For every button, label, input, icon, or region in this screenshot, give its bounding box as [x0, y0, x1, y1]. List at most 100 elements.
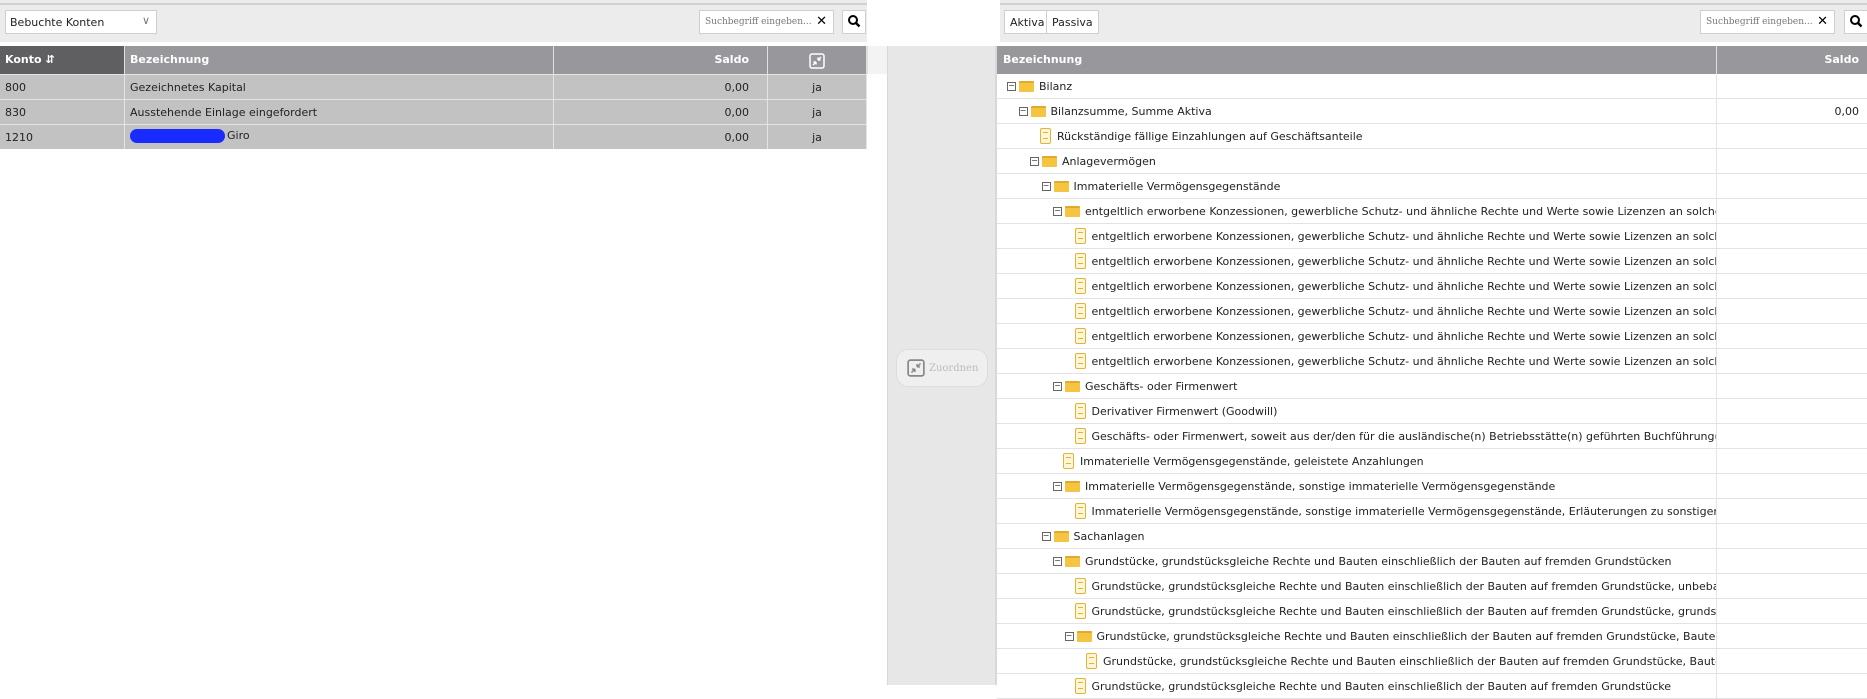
collapse-toggle-icon[interactable]: −	[1041, 531, 1051, 541]
assigned-cell: ja	[768, 75, 867, 99]
tree-label: Sachanlagen	[1073, 529, 1145, 543]
tree-label-cell: − entgeltlich erworbene Konzessionen, gew…	[997, 199, 1717, 223]
collapse-toggle-icon[interactable]: −	[1041, 181, 1051, 191]
document-icon	[1063, 453, 1074, 469]
tree-label: entgeltlich erworbene Konzessionen, gewe…	[1091, 329, 1717, 343]
saldo-cell: 0,00	[554, 75, 768, 99]
tree-row[interactable]: − entgeltlich erworbene Konzessionen, gew…	[997, 199, 1867, 224]
saldo-cell	[1717, 499, 1867, 523]
tree-row[interactable]: − Anlagevermögen	[997, 149, 1867, 174]
collapse-toggle-icon[interactable]: −	[1030, 156, 1039, 166]
tree-row[interactable]: − Immaterielle Vermögensgegenstände	[997, 174, 1867, 199]
document-icon	[1074, 278, 1086, 294]
tree-label: Immaterielle Vermögensgegenstände, sonst…	[1085, 479, 1556, 493]
saldo-cell	[1717, 74, 1867, 98]
assigned-cell: ja	[768, 125, 867, 149]
assigned-cell: ja	[768, 100, 867, 124]
tree-label-cell: Grundstücke, grundstücksgleiche Rechte u…	[997, 599, 1717, 623]
assign-label: Zuordnen	[929, 362, 979, 374]
select-value: Bebuchte Konten	[10, 16, 105, 29]
table-row[interactable]: 830 Ausstehende Einlage eingefordert 0,0…	[0, 99, 867, 124]
saldo-cell	[1717, 149, 1867, 173]
tree-label-cell: − Bilanzsumme, Summe Aktiva	[997, 99, 1717, 123]
redaction-scribble	[130, 129, 225, 143]
tree-label: Grundstücke, grundstücksgleiche Rechte u…	[1096, 629, 1717, 643]
column-header-konto[interactable]: Konto ⇵	[0, 46, 125, 74]
document-icon	[1074, 328, 1086, 344]
column-header-assigned[interactable]	[768, 46, 867, 74]
tree-label-cell: entgeltlich erworbene Konzessionen, gewe…	[997, 324, 1717, 348]
tree-label: Geschäfts- oder Firmenwert, soweit aus d…	[1091, 429, 1717, 443]
bezeichnung-cell: Gezeichnetes Kapital	[125, 75, 554, 99]
tree-label-cell: − Anlagevermögen	[997, 149, 1717, 173]
left-search-button[interactable]	[842, 10, 866, 34]
tree-label-cell: − Immaterielle Vermögensgegenstände, sons…	[997, 474, 1717, 498]
collapse-toggle-icon[interactable]: −	[1053, 481, 1062, 491]
tree-label: Derivativer Firmenwert (Goodwill)	[1091, 404, 1278, 418]
tree-row[interactable]: − Geschäfts- oder Firmenwert	[997, 374, 1867, 399]
tree-row[interactable]: − Bilanz	[997, 74, 1867, 99]
tree-label-cell: − Grundstücke, grundstücksgleiche Rechte …	[997, 549, 1717, 573]
tree-row[interactable]: Immaterielle Vermögensgegenstände, gelei…	[997, 449, 1867, 474]
tree-row[interactable]: entgeltlich erworbene Konzessionen, gewe…	[997, 224, 1867, 249]
document-icon	[1074, 403, 1086, 419]
tree-row[interactable]: − Immaterielle Vermögensgegenstände, sons…	[997, 474, 1867, 499]
tree-row[interactable]: Rückständige fällige Einzahlungen auf Ge…	[997, 124, 1867, 149]
saldo-cell	[1717, 299, 1867, 323]
saldo-cell	[1717, 624, 1867, 648]
tree-label-cell: − Sachanlagen	[997, 524, 1717, 548]
assign-button[interactable]: Zuordnen	[896, 349, 988, 387]
tree-row[interactable]: entgeltlich erworbene Konzessionen, gewe…	[997, 249, 1867, 274]
account-filter-select[interactable]: Bebuchte Konten ∨	[5, 10, 157, 34]
accounts-table: Konto ⇵ Bezeichnung Saldo 800 Gezeichnet…	[0, 46, 867, 149]
tree-row[interactable]: Grundstücke, grundstücksgleiche Rechte u…	[997, 649, 1867, 674]
tree-label: Anlagevermögen	[1062, 154, 1156, 168]
collapse-arrows-icon	[907, 359, 925, 377]
tree-row[interactable]: − Grundstücke, grundstücksgleiche Rechte …	[997, 549, 1867, 574]
column-header-saldo[interactable]: Saldo	[1717, 46, 1867, 74]
clear-icon[interactable]: ✕	[1817, 14, 1828, 29]
document-icon	[1074, 578, 1086, 594]
tree-label: Immaterielle Vermögensgegenstände	[1073, 179, 1281, 193]
tree-label: entgeltlich erworbene Konzessionen, gewe…	[1091, 304, 1717, 318]
column-header-bezeichnung[interactable]: Bezeichnung	[997, 46, 1717, 74]
sort-icon: ⇵	[45, 53, 55, 66]
left-search-input[interactable]: Suchbegriff eingeben... ✕	[699, 10, 834, 34]
column-header-saldo[interactable]: Saldo	[554, 46, 768, 74]
tree-row[interactable]: entgeltlich erworbene Konzessionen, gewe…	[997, 349, 1867, 374]
tree-row[interactable]: entgeltlich erworbene Konzessionen, gewe…	[997, 324, 1867, 349]
right-search-button[interactable]	[1844, 10, 1867, 34]
collapse-toggle-icon[interactable]: −	[1007, 81, 1016, 91]
tree-row[interactable]: Grundstücke, grundstücksgleiche Rechte u…	[997, 674, 1867, 699]
search-placeholder: Suchbegriff eingeben...	[1706, 17, 1813, 27]
tab-passiva[interactable]: Passiva	[1046, 10, 1099, 34]
tree-row[interactable]: − Grundstücke, grundstücksgleiche Rechte …	[997, 624, 1867, 649]
clear-icon[interactable]: ✕	[816, 14, 827, 29]
tab-aktiva[interactable]: Aktiva	[1004, 10, 1051, 34]
tree-row[interactable]: Immaterielle Vermögensgegenstände, sonst…	[997, 499, 1867, 524]
tree-label-cell: entgeltlich erworbene Konzessionen, gewe…	[997, 224, 1717, 248]
tree-row[interactable]: entgeltlich erworbene Konzessionen, gewe…	[997, 299, 1867, 324]
collapse-toggle-icon[interactable]: −	[1053, 206, 1062, 216]
table-row[interactable]: 800 Gezeichnetes Kapital 0,00 ja	[0, 74, 867, 99]
tree-row[interactable]: Derivativer Firmenwert (Goodwill)	[997, 399, 1867, 424]
collapse-toggle-icon[interactable]: −	[1053, 381, 1062, 391]
column-header-bezeichnung[interactable]: Bezeichnung	[125, 46, 554, 74]
tree-row[interactable]: Geschäfts- oder Firmenwert, soweit aus d…	[997, 424, 1867, 449]
tree-row[interactable]: − Bilanzsumme, Summe Aktiva 0,00	[997, 99, 1867, 124]
tree-label: Grundstücke, grundstücksgleiche Rechte u…	[1091, 679, 1672, 693]
tree-row[interactable]: − Sachanlagen	[997, 524, 1867, 549]
table-row[interactable]: 1210 Giro 0,00 ja	[0, 124, 867, 149]
tree-row[interactable]: entgeltlich erworbene Konzessionen, gewe…	[997, 274, 1867, 299]
collapse-toggle-icon[interactable]: −	[1064, 631, 1074, 641]
tree-label-cell: Grundstücke, grundstücksgleiche Rechte u…	[997, 574, 1717, 598]
collapse-toggle-icon[interactable]: −	[1053, 556, 1062, 566]
tree-row[interactable]: Grundstücke, grundstücksgleiche Rechte u…	[997, 599, 1867, 624]
tree-row[interactable]: Grundstücke, grundstücksgleiche Rechte u…	[997, 574, 1867, 599]
tree-label-cell: entgeltlich erworbene Konzessionen, gewe…	[997, 299, 1717, 323]
right-search-input[interactable]: Suchbegriff eingeben... ✕	[1700, 10, 1835, 34]
collapse-toggle-icon[interactable]: −	[1018, 106, 1028, 116]
saldo-cell: 0,00	[554, 125, 768, 149]
bezeichnung-text: Giro	[227, 129, 250, 142]
saldo-cell	[1717, 524, 1867, 548]
